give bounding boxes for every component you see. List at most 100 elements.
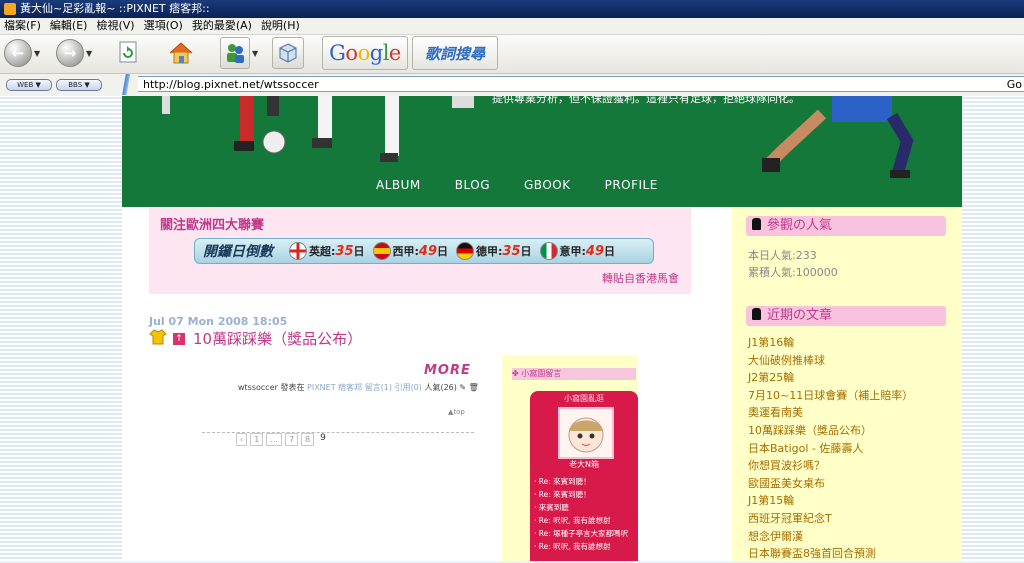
list-item[interactable]: · Re: 來賓到聽！ [534, 488, 628, 501]
message-text: Re: 塚種子亭言大家都嗎呎 [538, 529, 629, 538]
article-link[interactable]: J2第25輪 [748, 369, 913, 387]
league-unit: 日 [353, 245, 365, 258]
guestbook-panel: 小窩園亂逛 老大N箱 · Re: 來賓到聽！ · Re: 來賓到聽！ · 來賓到… [530, 391, 638, 561]
refresh-button[interactable] [114, 38, 144, 68]
forward-button[interactable]: → ▼ [56, 38, 92, 68]
trash-icon[interactable]: 🗑 [469, 383, 479, 392]
window-title: 黃大仙~足彩亂報~ ::PIXNET 痞客邦:: [20, 2, 210, 15]
nav-album[interactable]: ALBUM [376, 178, 421, 192]
recent-title: 近期の文章 [767, 308, 833, 323]
article-link[interactable]: 10萬踩踩樂（獎品公布） [748, 422, 913, 440]
article-link[interactable]: 歐國盃美女桌布 [748, 475, 913, 493]
post-date: Jul 07 Mon 2008 18:05 [149, 315, 288, 328]
shirt-icon [752, 218, 761, 230]
today-views: 本日人氣:233 [748, 249, 817, 262]
article-link[interactable]: 奧運看南美 [748, 404, 913, 422]
nav-profile[interactable]: PROFILE [605, 178, 658, 192]
home-button[interactable] [166, 38, 196, 68]
post-meta: wtssoccer 發表在 PIXNET 痞客邦 留言(1) 引用(0) 人氣(… [238, 382, 479, 393]
guestbook-title: 小窩園亂逛 [564, 394, 604, 403]
recent-header: 近期の文章 [746, 306, 946, 326]
shirt-icon [752, 308, 761, 320]
article-link[interactable]: J1第16輪 [748, 334, 913, 352]
league-unit: 日 [604, 245, 615, 258]
menu-options[interactable]: 選項(O) [140, 18, 188, 34]
widget-title: 小窩園留言 [521, 369, 562, 378]
back-button[interactable]: ← ▼ [4, 38, 40, 68]
google-search-button[interactable]: Google [322, 36, 408, 70]
recent-articles: J1第16輪 大仙破例推棒球 J2第25輪 7月10~11日球會賽（補上賠率） … [748, 334, 913, 563]
more-link[interactable]: MORE [424, 363, 471, 378]
browser-toolbar: ← ▼ → ▼ ▼ Google 歌詞搜尋 [0, 35, 1024, 74]
page-7[interactable]: 7 [284, 433, 299, 446]
message-text: Re: 呎呎, 我有誰想射 [538, 516, 611, 525]
menu-favorites[interactable]: 我的最愛(A) [188, 18, 257, 34]
guestbook-widget: ✤ 小窩園留言 小窩園亂逛 老大N箱 · Re: 來賓到聽！ · Re: 來賓到… [502, 355, 638, 561]
lyrics-search-button[interactable]: 歌詞搜尋 [412, 36, 498, 70]
web-label: WEB [17, 81, 34, 89]
package-button[interactable] [272, 37, 304, 69]
page-1[interactable]: 1 [250, 433, 264, 446]
address-bar-accent [112, 74, 138, 95]
article-link[interactable]: 你想買波衫嗎？ [748, 457, 913, 475]
page-8[interactable]: 8 [301, 433, 315, 446]
list-item[interactable]: · Re: 呎呎, 我有誰想射 [534, 514, 628, 527]
chevron-down-icon: ▼ [34, 48, 41, 58]
menu-help[interactable]: 說明(H) [257, 18, 305, 34]
menu-view[interactable]: 檢視(V) [92, 18, 139, 34]
main-content: 關注歐洲四大聯賽 開鑼日倒數 英超: 35 日 西甲: 49 日 德甲: 35 日 意甲: 4… [122, 207, 732, 561]
refresh-icon [114, 38, 144, 68]
article-link[interactable]: 大仙破例推棒球 [748, 352, 913, 370]
page-current: 9 [320, 433, 326, 443]
article-link[interactable]: J1第15輪 [748, 492, 913, 510]
edit-icon[interactable]: ✎ [459, 383, 466, 392]
article-link[interactable]: 7月10~11日球會賽（補上賠率） [748, 387, 913, 405]
list-item[interactable]: · 來賓到聽 [534, 501, 628, 514]
list-item[interactable]: · Re: 來賓到聽！ [534, 475, 628, 488]
league-unit: 日 [520, 245, 532, 258]
countdown-title: 開鑼日倒數 [203, 244, 273, 260]
category-tag-icon: ↑ [173, 332, 185, 345]
message-text: Re: 來賓到聽！ [538, 490, 591, 499]
league-days-italy: 49 [585, 243, 604, 259]
bbs-dropdown[interactable]: BBS ▼ [56, 79, 102, 91]
sidebar: 參觀の人氣 本日人氣:233 累積人氣:100000 近期の文章 J1第16輪 … [732, 207, 962, 561]
menu-bar: 檔案(F) 編輯(E) 檢視(V) 選項(O) 我的最愛(A) 說明(H) [0, 18, 1024, 35]
google-logo: Google [322, 36, 408, 70]
nav-gbook[interactable]: GBOOK [524, 178, 571, 192]
address-row: WEB ▼ BBS ▼ http://blog.pixnet.net/wtsso… [0, 74, 1024, 95]
post-title[interactable]: 10萬踩踩樂（獎品公布） [193, 328, 362, 349]
address-bar[interactable]: http://blog.pixnet.net/wtssoccer Go [136, 76, 1024, 92]
article-link[interactable]: 日本Batigol - 佐藤壽人 [748, 440, 913, 458]
go-button[interactable]: Go [1007, 77, 1024, 93]
germany-flag-icon [456, 242, 474, 260]
back-arrow-icon: ← [4, 39, 32, 67]
home-icon [166, 38, 196, 68]
notice-source[interactable]: 轉貼自香港馬會 [602, 270, 679, 286]
menu-edit[interactable]: 編輯(E) [46, 18, 93, 34]
article-link[interactable]: 日本聯賽盃8強首回合預測 [748, 545, 913, 563]
web-dropdown[interactable]: WEB ▼ [6, 79, 52, 91]
post-meta-links[interactable]: PIXNET 痞客邦 留言(1) 引用(0) [307, 383, 422, 392]
menu-file[interactable]: 檔案(F) [0, 18, 46, 34]
messenger-button[interactable]: ▼ [220, 37, 259, 69]
popularity-header: 參觀の人氣 [746, 216, 946, 236]
popularity-title: 參觀の人氣 [767, 218, 833, 233]
pagination: ‹ 1 ... 7 8 9 [236, 433, 329, 446]
address-url: http://blog.pixnet.net/wtssoccer [143, 78, 319, 91]
shirt-icon [149, 328, 167, 349]
clover-icon: ✤ [512, 369, 522, 378]
blog-header: 提供專業分析，但不保證獲利。這裡只有足球，拒絕球隊同化。 ALBUM BLOG GB… [122, 96, 962, 207]
league-name-italy: 意甲: [559, 245, 586, 258]
article-link[interactable]: 西班牙冠軍紀念T [748, 510, 913, 528]
chevron-down-icon: ▼ [252, 48, 259, 58]
notice-heading: 關注歐洲四大聯賽 [160, 218, 265, 233]
back-to-top-link[interactable]: ▲top [448, 408, 465, 416]
app-icon [4, 3, 16, 15]
list-item[interactable]: · Re: 塚種子亭言大家都嗎呎 [534, 527, 628, 540]
list-item[interactable]: · Re: 呎呎, 我有誰想射 [534, 540, 628, 553]
page-prev[interactable]: ‹ [236, 433, 248, 446]
league-days-germany: 35 [502, 243, 521, 259]
nav-blog[interactable]: BLOG [455, 178, 490, 192]
article-link[interactable]: 想念伊爾漢 [748, 528, 913, 546]
